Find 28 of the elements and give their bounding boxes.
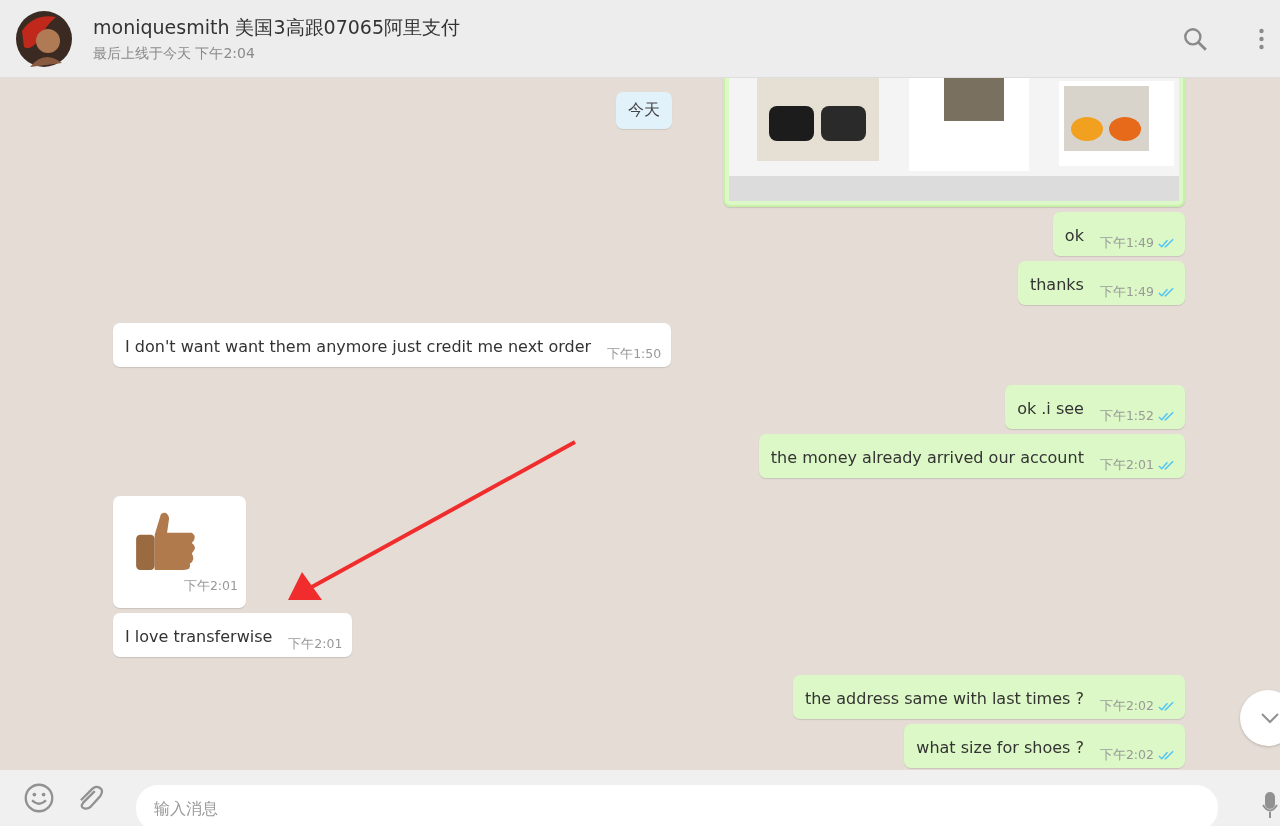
message-time: 下午2:01 <box>183 578 238 595</box>
microphone-icon[interactable] <box>1262 792 1278 818</box>
avatar[interactable] <box>16 10 72 67</box>
message-time: 下午2:02 <box>1099 747 1154 764</box>
message-text: I don't want want them anymore just credit me next order <box>125 335 592 358</box>
message-time: 下午2:01 <box>288 636 343 653</box>
message-text: ok <box>1064 224 1084 247</box>
contact-name: moniquesmith 美国3高跟07065阿里支付 <box>93 14 461 40</box>
message-time: 下午1:52 <box>1099 408 1154 425</box>
last-seen-status: 最后上线于今天 下午2:04 <box>93 44 256 63</box>
menu-icon[interactable] <box>1258 26 1265 51</box>
message-time: 下午2:01 <box>1099 457 1154 474</box>
message-time: 下午1:49 <box>1099 284 1154 301</box>
message-text: ok .i see <box>1017 397 1084 420</box>
emoji-icon[interactable] <box>24 783 54 813</box>
message-time: 下午1:50 <box>607 346 662 363</box>
message-text: the money already arrived our account <box>770 446 1084 469</box>
message-input[interactable]: 输入消息 <box>136 785 1218 826</box>
message-text: thanks <box>1029 273 1084 296</box>
message-text: what size for shoes ? <box>916 736 1084 759</box>
message-text: I love transferwise <box>125 625 273 648</box>
scroll-down-button[interactable] <box>1240 690 1280 746</box>
search-icon[interactable] <box>1182 25 1208 52</box>
message-text: the address same with last times ? <box>804 687 1084 710</box>
message-time: 下午2:02 <box>1099 698 1154 715</box>
message-time: 下午1:49 <box>1099 235 1154 252</box>
date-chip: 今天 <box>616 92 672 129</box>
chevron-down-icon <box>1260 712 1280 724</box>
